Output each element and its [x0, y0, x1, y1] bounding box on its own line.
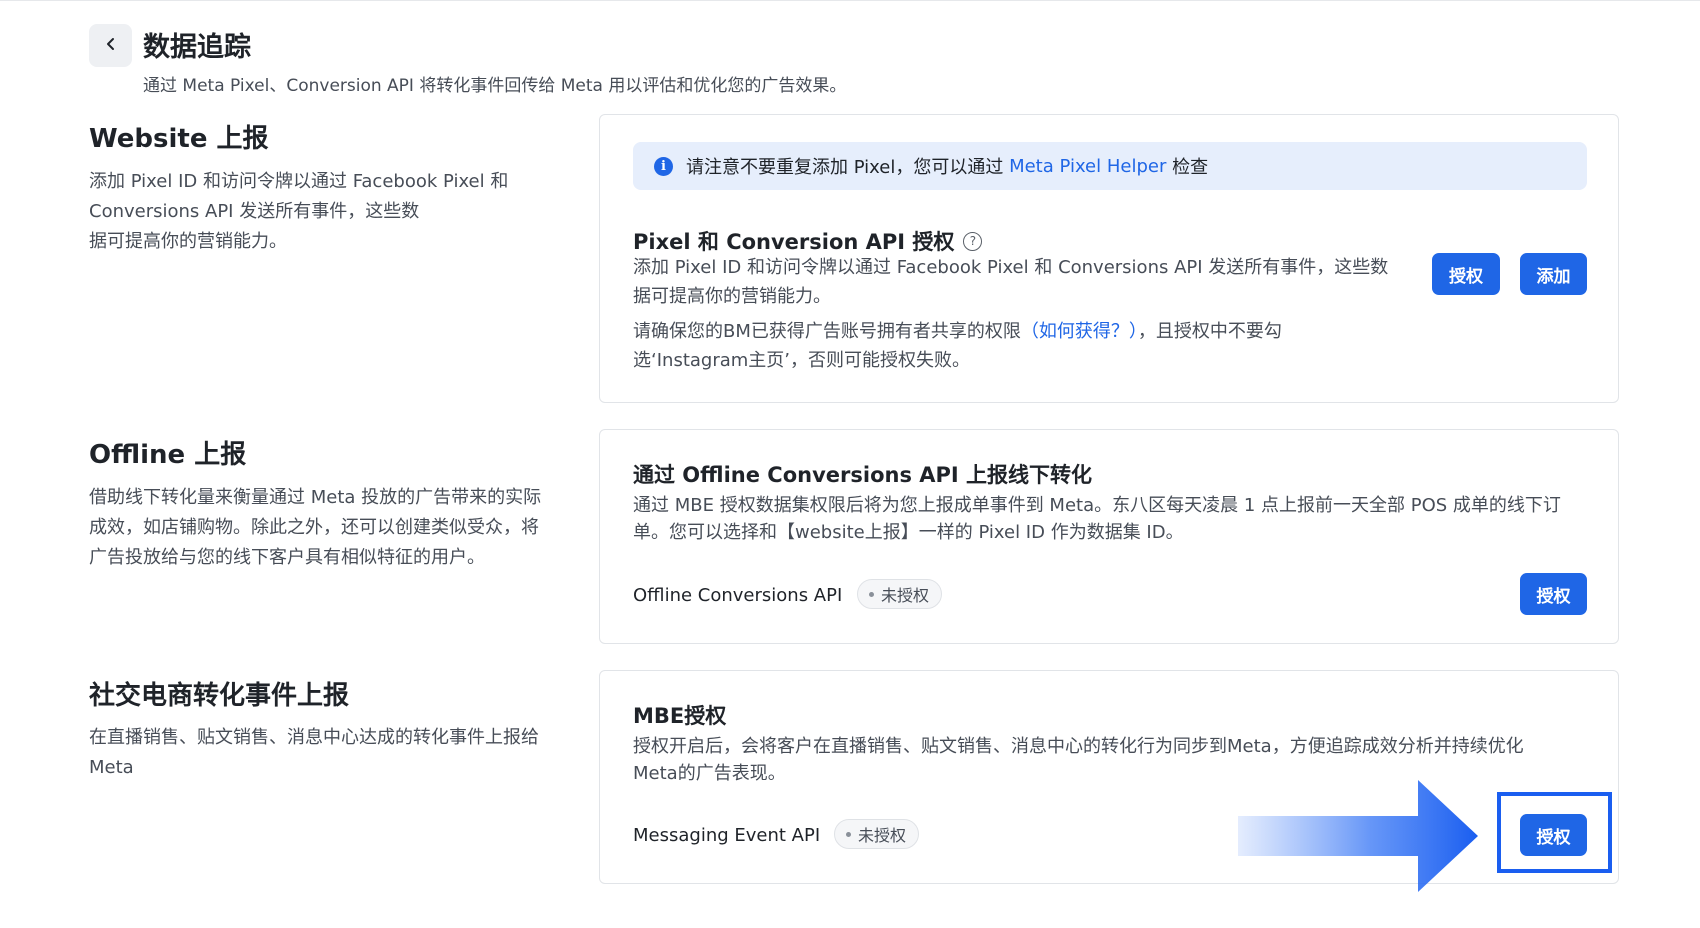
- messaging-api-name: Messaging Event API: [633, 825, 821, 846]
- social-section-title: 社交电商转化事件上报: [89, 681, 350, 711]
- how-to-get-link[interactable]: （如何获得？）: [1021, 321, 1138, 342]
- page-title: 数据追踪: [143, 32, 251, 63]
- website-card: i 请注意不要重复添加 Pixel，您可以通过 Meta Pixel Helpe…: [599, 114, 1619, 403]
- highlight-frame: [1497, 792, 1612, 873]
- pixel-authorize-button[interactable]: 授权: [1432, 253, 1500, 295]
- offline-authorize-button[interactable]: 授权: [1520, 573, 1587, 615]
- offline-section-desc: 借助线下转化量来衡量通过 Meta 投放的广告带来的实际 成效，如店铺购物。除此…: [89, 487, 542, 568]
- pixel-auth-note: 请确保您的BM已获得广告账号拥有者共享的权限（如何获得？），且授权中不要勾 选‘…: [633, 321, 1282, 371]
- arrow-right-icon: [1238, 780, 1478, 892]
- offline-section-title: Offline 上报: [89, 440, 247, 470]
- pixel-add-button[interactable]: 添加: [1520, 253, 1587, 295]
- meta-pixel-helper-link[interactable]: Meta Pixel Helper: [1009, 156, 1166, 177]
- website-section-desc: 添加 Pixel ID 和访问令牌以通过 Facebook Pixel 和 Co…: [89, 171, 509, 252]
- pixel-auth-title: Pixel 和 Conversion API 授权 ?: [633, 226, 983, 256]
- question-circle-icon[interactable]: ?: [963, 231, 983, 251]
- social-section-desc: 在直播销售、贴文销售、消息中心达成的转化事件上报给 Meta: [89, 727, 539, 778]
- page-subtitle: 通过 Meta Pixel、Conversion API 将转化事件回传给 Me…: [143, 76, 847, 96]
- offline-card-title: 通过 Offline Conversions API 上报线下转化: [633, 463, 1093, 487]
- back-button[interactable]: [89, 24, 132, 67]
- website-section-title: Website 上报: [89, 124, 269, 154]
- duplicate-pixel-notice: i 请注意不要重复添加 Pixel，您可以通过 Meta Pixel Helpe…: [633, 142, 1587, 190]
- offline-card: 通过 Offline Conversions API 上报线下转化 通过 MBE…: [599, 429, 1619, 644]
- messaging-status-badge: 未授权: [834, 819, 920, 849]
- info-icon: i: [654, 156, 673, 176]
- offline-status-badge: 未授权: [857, 579, 943, 609]
- offline-api-name: Offline Conversions API: [633, 585, 843, 606]
- chevron-left-icon: [103, 33, 119, 58]
- mbe-card-desc: 授权开启后，会将客户在直播销售、贴文销售、消息中心的转化行为同步到Meta，方便…: [633, 736, 1524, 784]
- pixel-auth-desc: 添加 Pixel ID 和访问令牌以通过 Facebook Pixel 和 Co…: [633, 257, 1389, 307]
- mbe-card-title: MBE授权: [633, 704, 727, 728]
- offline-card-desc: 通过 MBE 授权数据集权限后将为您上报成单事件到 Meta。东八区每天凌晨 1…: [633, 495, 1561, 543]
- top-divider: [0, 0, 1700, 1]
